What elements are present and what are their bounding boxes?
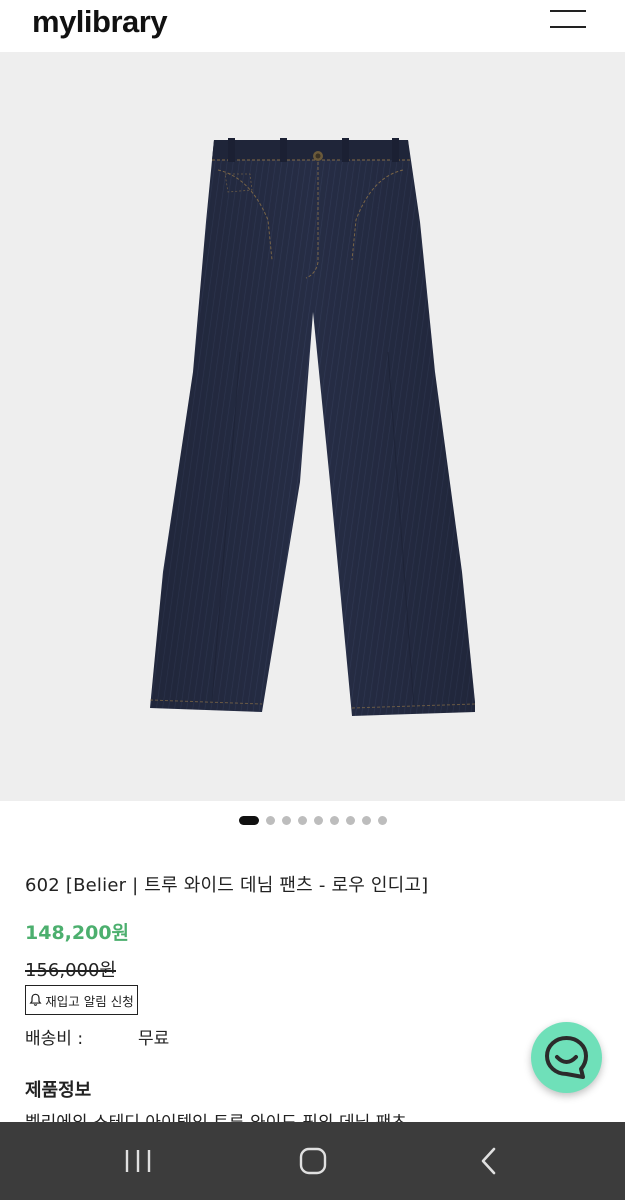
menu-line [550, 10, 586, 12]
shipping-label: 배송비 : [25, 1029, 84, 1049]
carousel-dot[interactable] [329, 816, 339, 825]
original-price: 156,000원 [25, 960, 116, 981]
carousel-dot[interactable] [313, 816, 323, 825]
hamburger-menu-icon[interactable] [548, 8, 590, 32]
carousel-dot-active[interactable] [238, 816, 259, 825]
sale-price: 148,200원 [25, 922, 130, 944]
carousel-dot[interactable] [281, 816, 291, 825]
home-icon[interactable] [293, 1144, 333, 1178]
top-bar: mylibrary [0, 0, 625, 52]
carousel-dot[interactable] [265, 816, 275, 825]
menu-line [550, 26, 586, 28]
product-info-heading: 제품정보 [25, 1080, 92, 1101]
bell-icon [29, 993, 42, 1006]
back-icon[interactable] [469, 1144, 509, 1178]
carousel-dot[interactable] [361, 816, 371, 825]
carousel-indicator[interactable] [0, 816, 625, 830]
product-image[interactable] [0, 52, 625, 801]
carousel-dot[interactable] [345, 816, 355, 825]
chat-bubble-smile-icon [545, 1036, 588, 1079]
shipping-value: 무료 [138, 1029, 170, 1049]
product-title: 602 [Belier | 트루 와이드 데님 팬츠 - 로우 인디고] [25, 875, 429, 896]
carousel-dot[interactable] [297, 816, 307, 825]
jeans-illustration [149, 138, 476, 716]
logo[interactable]: mylibrary [32, 4, 168, 40]
carousel-dot[interactable] [377, 816, 387, 825]
restock-button-label: 재입고 알림 신청 [45, 993, 134, 1009]
system-navigation-bar [0, 1122, 625, 1200]
chat-button[interactable] [531, 1022, 602, 1093]
recent-apps-icon[interactable] [118, 1144, 158, 1178]
restock-alert-button[interactable]: 재입고 알림 신청 [25, 985, 138, 1015]
